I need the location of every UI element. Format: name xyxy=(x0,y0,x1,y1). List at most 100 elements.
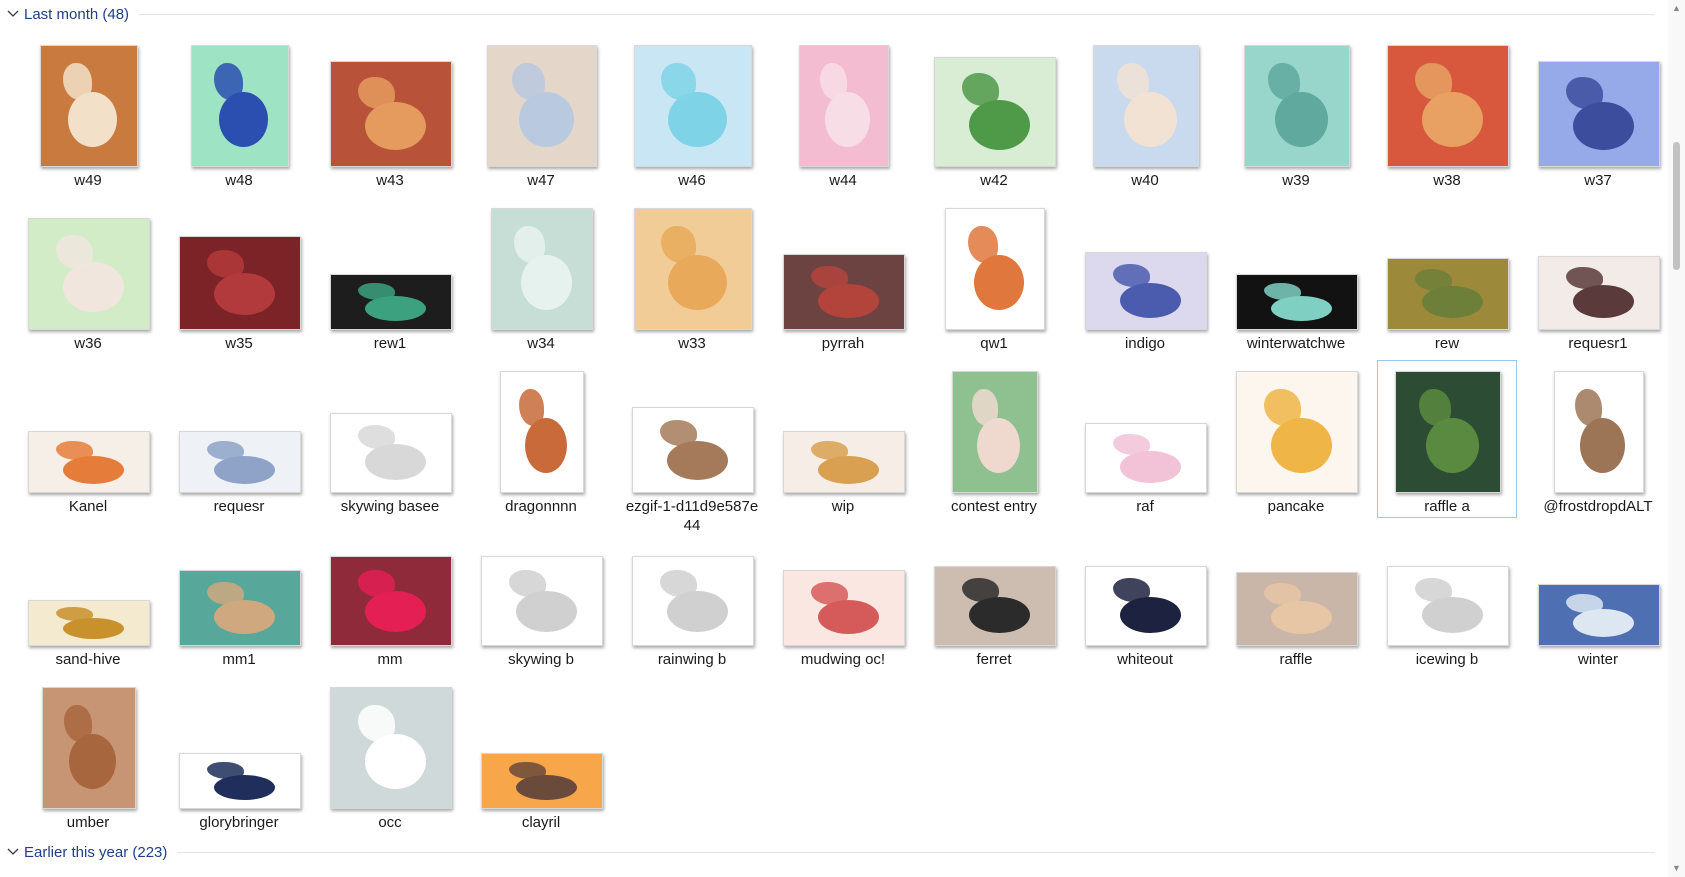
thumbnail-frame xyxy=(1378,39,1518,167)
file-name: w33 xyxy=(678,335,706,352)
file-item[interactable]: ezgif-1-d11d9e587e44 xyxy=(622,360,762,534)
file-item[interactable]: raffle a xyxy=(1377,360,1517,518)
chevron-down-icon[interactable]: ▼ xyxy=(1672,864,1681,873)
file-item[interactable]: contest entry xyxy=(924,360,1064,518)
file-item[interactable]: Kanel xyxy=(18,360,158,518)
file-name: raffle xyxy=(1279,651,1313,668)
file-item[interactable]: dragonnnn xyxy=(471,360,611,518)
chevron-down-icon[interactable] xyxy=(5,6,21,22)
file-item[interactable]: requesr1 xyxy=(1528,197,1668,355)
file-name: clayril xyxy=(521,814,561,831)
file-item[interactable]: skywing b xyxy=(471,513,611,671)
artwork-shape xyxy=(811,441,848,460)
file-item[interactable]: raffle xyxy=(1226,513,1366,671)
file-name: w42 xyxy=(980,172,1008,189)
artwork-shape xyxy=(1573,285,1634,318)
file-item[interactable]: mm1 xyxy=(169,513,309,671)
file-name: whiteout xyxy=(1117,651,1173,668)
file-item[interactable]: raf xyxy=(1075,360,1215,518)
artwork-shape xyxy=(1573,102,1634,150)
file-item[interactable]: occ xyxy=(320,676,460,834)
chevron-up-icon[interactable]: ▲ xyxy=(1672,4,1681,13)
group-header-last-month[interactable]: Last month (48) xyxy=(0,0,1655,28)
image-thumbnail xyxy=(783,570,905,646)
thumbnail-frame xyxy=(19,518,159,646)
file-item[interactable]: w48 xyxy=(169,34,309,192)
file-item[interactable]: w36 xyxy=(18,197,158,355)
file-item[interactable]: w40 xyxy=(1075,34,1215,192)
thumbnail-frame xyxy=(1529,202,1669,330)
file-item[interactable]: sand-hive xyxy=(18,513,158,671)
group-header-earlier-this-year[interactable]: Earlier this year (223) xyxy=(0,838,1655,866)
file-item[interactable]: skywing basee xyxy=(320,360,460,518)
file-item[interactable]: qw1 xyxy=(924,197,1064,355)
artwork-shape xyxy=(1264,389,1301,426)
file-item[interactable]: @frostdropdALT xyxy=(1528,360,1668,518)
file-item[interactable]: umber xyxy=(18,676,158,834)
thumbnail-frame xyxy=(1529,518,1669,646)
artwork-shape xyxy=(969,597,1030,633)
artwork-shape xyxy=(509,570,546,597)
file-item[interactable]: requesr xyxy=(169,360,309,518)
file-item[interactable]: indigo xyxy=(1075,197,1215,355)
artwork-shape xyxy=(63,63,92,100)
file-item[interactable]: w37 xyxy=(1528,34,1668,192)
artwork-shape xyxy=(668,92,727,147)
file-item[interactable]: winterwatchwe xyxy=(1226,197,1366,355)
file-item[interactable]: rainwing b xyxy=(622,513,762,671)
file-name: mm xyxy=(377,651,403,668)
artwork-shape xyxy=(1113,434,1150,455)
file-item[interactable]: icewing b xyxy=(1377,513,1517,671)
image-thumbnail xyxy=(491,208,593,330)
thumbnail-frame xyxy=(1378,518,1518,646)
file-item[interactable]: w42 xyxy=(924,34,1064,192)
artwork-shape xyxy=(358,425,395,449)
thumbnail-frame xyxy=(774,518,914,646)
file-item[interactable]: rew xyxy=(1377,197,1517,355)
image-thumbnail xyxy=(179,431,301,493)
artwork-shape xyxy=(818,456,879,484)
file-item[interactable]: whiteout xyxy=(1075,513,1215,671)
file-name: winter xyxy=(1577,651,1618,668)
file-name: qw1 xyxy=(980,335,1008,352)
file-item[interactable]: pyrrah xyxy=(773,197,913,355)
image-thumbnail xyxy=(1538,584,1660,646)
file-item[interactable]: w49 xyxy=(18,34,158,192)
file-item[interactable]: wip xyxy=(773,360,913,518)
image-thumbnail xyxy=(330,687,452,809)
file-name: skywing b xyxy=(508,651,574,668)
file-item[interactable]: rew1 xyxy=(320,197,460,355)
thumbnail-frame xyxy=(170,202,310,330)
vertical-scrollbar[interactable]: ▲ ▼ xyxy=(1668,0,1685,877)
image-thumbnail xyxy=(28,431,150,493)
thumbnail-frame xyxy=(170,39,310,167)
file-item[interactable]: glorybringer xyxy=(169,676,309,834)
file-item[interactable]: w33 xyxy=(622,197,762,355)
chevron-down-icon[interactable] xyxy=(5,844,21,860)
artwork-shape xyxy=(207,441,244,460)
file-item[interactable]: w38 xyxy=(1377,34,1517,192)
scrollbar-thumb[interactable] xyxy=(1673,142,1680,270)
artwork-shape xyxy=(972,389,998,426)
artwork-shape xyxy=(365,102,426,150)
file-item[interactable]: w34 xyxy=(471,197,611,355)
file-item[interactable]: w35 xyxy=(169,197,309,355)
thumbnail-frame xyxy=(774,202,914,330)
file-item[interactable]: w47 xyxy=(471,34,611,192)
file-name: umber xyxy=(66,814,110,831)
thumbnail-frame xyxy=(321,518,461,646)
file-item[interactable]: w46 xyxy=(622,34,762,192)
artwork-shape xyxy=(519,92,574,147)
artwork-shape xyxy=(56,607,93,621)
file-item[interactable]: clayril xyxy=(471,676,611,834)
file-item[interactable]: pancake xyxy=(1226,360,1366,518)
file-item[interactable]: mm xyxy=(320,513,460,671)
file-name: w47 xyxy=(527,172,555,189)
file-item[interactable]: w43 xyxy=(320,34,460,192)
file-item[interactable]: ferret xyxy=(924,513,1064,671)
artwork-shape xyxy=(64,705,92,742)
file-item[interactable]: winter xyxy=(1528,513,1668,671)
file-item[interactable]: w44 xyxy=(773,34,913,192)
file-item[interactable]: w39 xyxy=(1226,34,1366,192)
file-item[interactable]: mudwing oc! xyxy=(773,513,913,671)
